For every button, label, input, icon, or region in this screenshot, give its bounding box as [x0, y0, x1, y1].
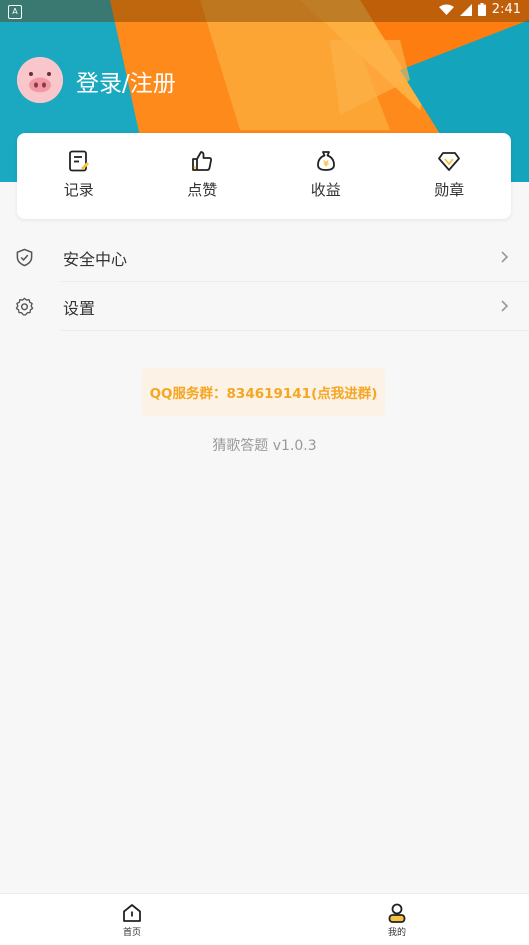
diamond-icon: [438, 152, 461, 171]
profile-icon: [388, 903, 406, 923]
tab-label: 我的: [387, 928, 406, 938]
quick-action-likes[interactable]: 点赞: [141, 133, 265, 219]
tab-home[interactable]: 首页: [102, 902, 162, 938]
thumb-up-icon: [192, 151, 213, 171]
quick-action-label: 勋章: [434, 181, 465, 199]
battery-icon: [477, 3, 486, 16]
app-version: 猜歌答题 v1.0.3: [212, 438, 317, 454]
quick-action-record[interactable]: 记录: [17, 133, 141, 219]
app-notification-icon: A: [8, 5, 22, 19]
menu-item-settings[interactable]: 设置: [0, 282, 529, 331]
menu-item-label: 设置: [63, 298, 96, 318]
quick-action-label: 收益: [310, 181, 341, 199]
status-time: 2:41: [491, 2, 521, 17]
tab-mine[interactable]: 我的: [367, 902, 427, 938]
record-icon: [68, 150, 89, 172]
shield-icon: [16, 248, 33, 267]
gear-icon: [15, 297, 34, 316]
signal-icon: [459, 3, 472, 16]
svg-text:¥: ¥: [323, 160, 329, 169]
qq-group-link[interactable]: QQ服务群：834619141(点我进群): [142, 368, 385, 416]
quick-action-earnings[interactable]: ¥ 收益: [264, 133, 388, 219]
bottom-tab-bar: 首页 我的: [0, 893, 529, 945]
home-icon: [123, 904, 141, 922]
pig-avatar-icon: [17, 57, 63, 103]
chevron-right-icon: [501, 300, 509, 312]
avatar[interactable]: [17, 57, 63, 103]
status-bar: A 2:41: [0, 0, 529, 22]
chevron-right-icon: [501, 251, 509, 263]
money-bag-icon: ¥: [316, 151, 335, 171]
quick-action-medals[interactable]: 勋章: [388, 133, 512, 219]
wifi-icon: [438, 4, 454, 15]
login-register-link[interactable]: 登录/注册: [76, 64, 176, 98]
menu-item-label: 安全中心: [63, 249, 128, 269]
settings-menu: 安全中心 设置: [0, 233, 529, 331]
tab-label: 首页: [122, 928, 141, 938]
quick-action-label: 点赞: [187, 181, 218, 199]
menu-item-security-center[interactable]: 安全中心: [0, 233, 529, 282]
quick-action-label: 记录: [63, 181, 94, 199]
quick-actions-card: 记录 点赞 ¥ 收益 勋章: [17, 133, 511, 219]
divider: [61, 330, 529, 331]
